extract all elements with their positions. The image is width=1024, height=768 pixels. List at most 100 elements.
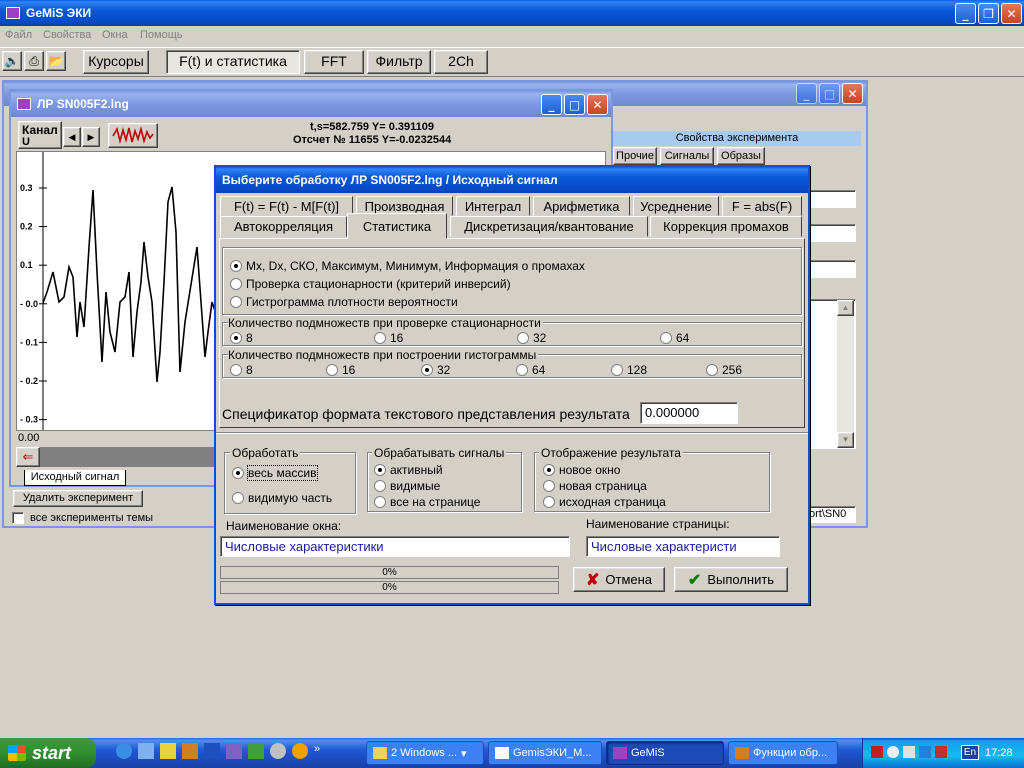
- signals-all-page[interactable]: все на странице: [374, 495, 480, 509]
- tab-images[interactable]: Образы: [717, 147, 765, 165]
- tray-close-icon[interactable]: [935, 746, 947, 758]
- tray-network-icon[interactable]: [871, 746, 883, 758]
- scroll-left-icon[interactable]: ⇐: [16, 447, 40, 467]
- task-functions[interactable]: Функции обр...: [728, 741, 838, 765]
- tray-app-icon[interactable]: [887, 746, 899, 758]
- delete-experiment-button[interactable]: Удалить эксперимент: [13, 490, 143, 507]
- language-indicator[interactable]: En: [961, 745, 979, 760]
- menu-windows[interactable]: Окна: [102, 29, 128, 41]
- experiment-maximize-button[interactable]: □: [819, 83, 840, 104]
- properties-scrollbar[interactable]: ▲ ▼: [837, 300, 854, 448]
- histogram-256[interactable]: 256: [706, 363, 742, 377]
- show-desktop-icon[interactable]: [138, 743, 154, 759]
- restore-button[interactable]: ❐: [978, 3, 999, 24]
- radio-process-visible[interactable]: [232, 492, 244, 504]
- start-button[interactable]: start: [0, 738, 96, 768]
- radio-histogram-256[interactable]: [706, 364, 718, 376]
- media-icon[interactable]: [292, 743, 308, 759]
- channel-prev-button[interactable]: ◀: [63, 127, 81, 147]
- tab-signals[interactable]: Сигналы: [660, 147, 714, 165]
- tab-averaging[interactable]: Усреднение: [633, 196, 719, 216]
- radio-stationarity-32[interactable]: [517, 332, 529, 344]
- tab-integral[interactable]: Интеграл: [456, 196, 530, 216]
- tray-volume-icon[interactable]: [903, 746, 915, 758]
- property-field-3[interactable]: [806, 260, 856, 278]
- minimize-button[interactable]: _: [955, 3, 976, 24]
- option-histogram[interactable]: Гистрограмма плотности вероятности: [230, 295, 458, 309]
- option-basic-stats[interactable]: Mx, Dx, СКО, Максимум, Минимум, Информац…: [230, 259, 585, 273]
- signal-wave-icon[interactable]: [108, 123, 158, 148]
- radio-basic-stats[interactable]: [230, 260, 242, 272]
- histogram-64[interactable]: 64: [516, 363, 545, 377]
- stationarity-32[interactable]: 32: [517, 331, 546, 345]
- more-icon[interactable]: »: [314, 743, 320, 763]
- radio-stationarity-8[interactable]: [230, 332, 242, 344]
- signals-active[interactable]: активный: [374, 463, 443, 477]
- radio-display-new-page[interactable]: [543, 480, 555, 492]
- tool-icon[interactable]: [248, 743, 264, 759]
- histogram-16[interactable]: 16: [326, 363, 355, 377]
- tab-autocorrelation[interactable]: Автокорреляция: [220, 216, 347, 237]
- chart-maximize-button[interactable]: □: [564, 94, 585, 115]
- filter-button[interactable]: Фильтр: [367, 50, 431, 74]
- menu-help[interactable]: Помощь: [140, 29, 183, 41]
- task-word-doc[interactable]: GemisЭКИ_М...: [488, 741, 602, 765]
- task-gemis[interactable]: GeMiS: [606, 741, 724, 765]
- execute-button[interactable]: ✔ Выполнить: [674, 567, 788, 592]
- 2ch-button[interactable]: 2Ch: [434, 50, 488, 74]
- radio-signals-active[interactable]: [374, 464, 386, 476]
- tab-mean-removal[interactable]: F(t) = F(t) - M[F(t)]: [220, 196, 353, 216]
- radio-stationarity-64[interactable]: [660, 332, 672, 344]
- scroll-up-icon[interactable]: ▲: [837, 300, 854, 316]
- radio-histogram-128[interactable]: [611, 364, 623, 376]
- task-windows-group[interactable]: 2 Windows ... ▾: [366, 741, 484, 765]
- window-name-input[interactable]: Числовые характеристики: [220, 536, 570, 557]
- tab-source-signal[interactable]: Исходный сигнал: [24, 470, 126, 486]
- experiment-minimize-button[interactable]: _: [796, 83, 817, 104]
- tab-outlier-correction[interactable]: Коррекция промахов: [650, 216, 802, 237]
- display-new-window[interactable]: новое окно: [543, 463, 620, 477]
- display-source-page[interactable]: исходная страница: [543, 495, 666, 509]
- radio-histogram-8[interactable]: [230, 364, 242, 376]
- page-name-input[interactable]: Числовые характеристи: [586, 536, 780, 557]
- histogram-128[interactable]: 128: [611, 363, 647, 377]
- signals-visible[interactable]: видимые: [374, 479, 440, 493]
- histogram-32[interactable]: 32: [421, 363, 450, 377]
- display-new-page[interactable]: новая страница: [543, 479, 647, 493]
- radio-display-new-window[interactable]: [543, 464, 555, 476]
- stationarity-16[interactable]: 16: [374, 331, 403, 345]
- tray-security-icon[interactable]: [919, 746, 931, 758]
- chart-minimize-button[interactable]: _: [541, 94, 562, 115]
- tab-abs[interactable]: F = abs(F): [722, 196, 802, 216]
- horizontal-scrollbar[interactable]: ⇐: [16, 447, 216, 467]
- network-icon[interactable]: [160, 743, 176, 759]
- tab-statistics[interactable]: Статистика: [347, 213, 447, 239]
- radio-process-all[interactable]: [232, 467, 244, 479]
- fft-button[interactable]: FFT: [304, 50, 364, 74]
- radio-signals-all-page[interactable]: [374, 496, 386, 508]
- book-icon[interactable]: [226, 743, 242, 759]
- ie-icon[interactable]: [116, 743, 132, 759]
- stationarity-8[interactable]: 8: [230, 331, 253, 345]
- statistics-button[interactable]: F(t) и статистика: [166, 50, 300, 74]
- cursors-button[interactable]: Курсоры: [83, 50, 149, 74]
- grid-icon[interactable]: [204, 743, 220, 759]
- radio-signals-visible[interactable]: [374, 480, 386, 492]
- process-visible[interactable]: видимую часть: [232, 491, 332, 505]
- radio-stationarity[interactable]: [230, 278, 242, 290]
- radio-stationarity-16[interactable]: [374, 332, 386, 344]
- tab-discretization[interactable]: Дискретизация/квантование: [450, 216, 648, 237]
- radio-display-source-page[interactable]: [543, 496, 555, 508]
- channel-next-button[interactable]: ▶: [82, 127, 100, 147]
- tab-arithmetic[interactable]: Арифметика: [533, 196, 630, 216]
- chart-close-button[interactable]: ✕: [587, 94, 608, 115]
- gear-icon[interactable]: [270, 743, 286, 759]
- cancel-button[interactable]: ✘ Отмена: [573, 567, 665, 592]
- stationarity-64[interactable]: 64: [660, 331, 689, 345]
- radio-histogram-32[interactable]: [421, 364, 433, 376]
- scroll-down-icon[interactable]: ▼: [837, 432, 854, 448]
- property-field-2[interactable]: [806, 224, 856, 242]
- property-field-1[interactable]: [806, 190, 856, 208]
- speaker-icon[interactable]: 🔈: [2, 51, 22, 71]
- histogram-8[interactable]: 8: [230, 363, 253, 377]
